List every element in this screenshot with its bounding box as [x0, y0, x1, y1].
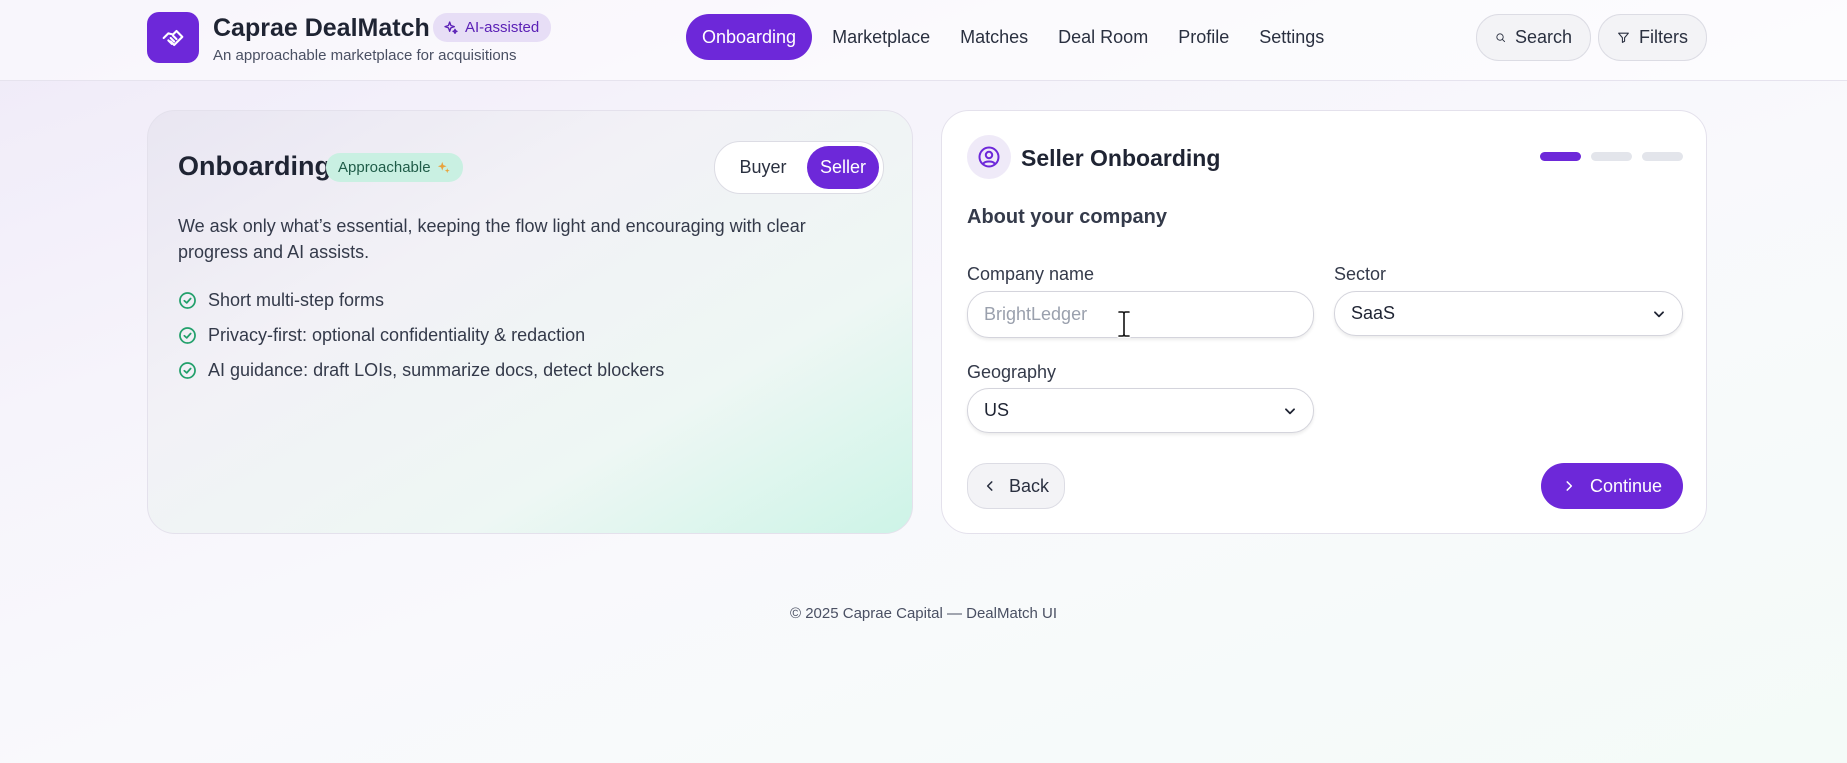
nav-marketplace[interactable]: Marketplace	[817, 14, 945, 60]
sparkles-icon	[437, 161, 450, 174]
section-title: About your company	[967, 206, 1168, 228]
back-label: Back	[1008, 475, 1050, 496]
continue-button[interactable]: Continue	[1541, 463, 1683, 509]
ai-badge-label: AI-assisted	[465, 19, 540, 36]
user-circle-icon	[967, 135, 1011, 179]
list-item-text: AI guidance: draft LOIs, summarize docs,…	[208, 360, 665, 380]
list-item: AI guidance: draft LOIs, summarize docs,…	[178, 353, 664, 388]
list-item: Short multi-step forms	[178, 283, 664, 318]
chevron-right-icon	[1566, 481, 1573, 491]
nav-profile[interactable]: Profile	[1163, 14, 1244, 60]
chevron-down-icon	[1654, 310, 1664, 317]
approachable-badge-label: Approachable	[338, 159, 431, 176]
filter-icon	[1618, 32, 1629, 43]
geography-label: Geography	[967, 362, 1057, 382]
search-label: Search	[1514, 27, 1572, 47]
brand-title: Caprae DealMatch	[213, 14, 430, 42]
list-item-text: Privacy-first: optional confidentiality …	[208, 325, 586, 345]
ai-assisted-badge: AI-assisted	[433, 13, 552, 42]
chevron-left-icon	[986, 481, 993, 491]
handshake-logo-icon	[147, 12, 199, 63]
onboarding-description: We ask only what’s essential, keeping th…	[178, 216, 806, 262]
nav-deal-room[interactable]: Deal Room	[1043, 14, 1163, 60]
step-indicator-1	[1540, 152, 1581, 161]
sector-value: SaaS	[1351, 303, 1396, 323]
nav-matches[interactable]: Matches	[945, 14, 1043, 60]
role-option-seller[interactable]: Seller	[807, 146, 879, 189]
back-button[interactable]: Back	[967, 463, 1065, 509]
seller-onboarding-card: Seller Onboarding About your company Com…	[941, 110, 1707, 534]
list-item-text: Short multi-step forms	[208, 290, 385, 310]
sector-select[interactable]: SaaS	[1334, 291, 1683, 336]
check-circle-icon	[179, 362, 196, 379]
filters-button[interactable]: Filters	[1598, 14, 1707, 61]
step-progress	[1540, 152, 1683, 161]
geography-select[interactable]: US	[967, 388, 1314, 433]
role-toggle: Buyer Seller	[714, 141, 884, 194]
company-name-input[interactable]	[967, 291, 1314, 338]
onboarding-intro-card: Onboarding Approachable Buyer Seller We …	[147, 110, 913, 534]
company-name-label: Company name	[967, 264, 1095, 284]
filters-label: Filters	[1639, 27, 1688, 47]
role-option-buyer[interactable]: Buyer	[719, 146, 807, 189]
step-indicator-3	[1642, 152, 1683, 161]
list-item: Privacy-first: optional confidentiality …	[178, 318, 664, 353]
step-indicator-2	[1591, 152, 1632, 161]
sparkles-icon	[444, 20, 458, 34]
continue-label: Continue	[1589, 475, 1663, 496]
sector-label: Sector	[1334, 264, 1387, 284]
search-icon	[1496, 33, 1506, 43]
approachable-badge: Approachable	[326, 153, 463, 182]
feature-list: Short multi-step forms Privacy-first: op…	[178, 283, 664, 388]
check-circle-icon	[179, 292, 196, 309]
brand-subtitle: An approachable marketplace for acquisit…	[213, 47, 517, 64]
nav-settings[interactable]: Settings	[1244, 14, 1339, 60]
chevron-down-icon	[1285, 407, 1295, 414]
footer-text: © 2025 Caprae Capital — DealMatch UI	[789, 605, 1057, 622]
nav-onboarding[interactable]: Onboarding	[686, 14, 813, 60]
main-nav: Onboarding Marketplace Matches Deal Room…	[686, 14, 1339, 60]
onboarding-title: Onboarding	[178, 151, 331, 181]
seller-onboarding-title: Seller Onboarding	[1021, 145, 1221, 171]
geography-value: US	[984, 400, 1010, 420]
check-circle-icon	[179, 327, 196, 344]
top-header: Caprae DealMatch AI-assisted An approach…	[0, 0, 1847, 81]
text-cursor-icon	[1117, 310, 1131, 338]
search-button[interactable]: Search	[1476, 14, 1591, 61]
